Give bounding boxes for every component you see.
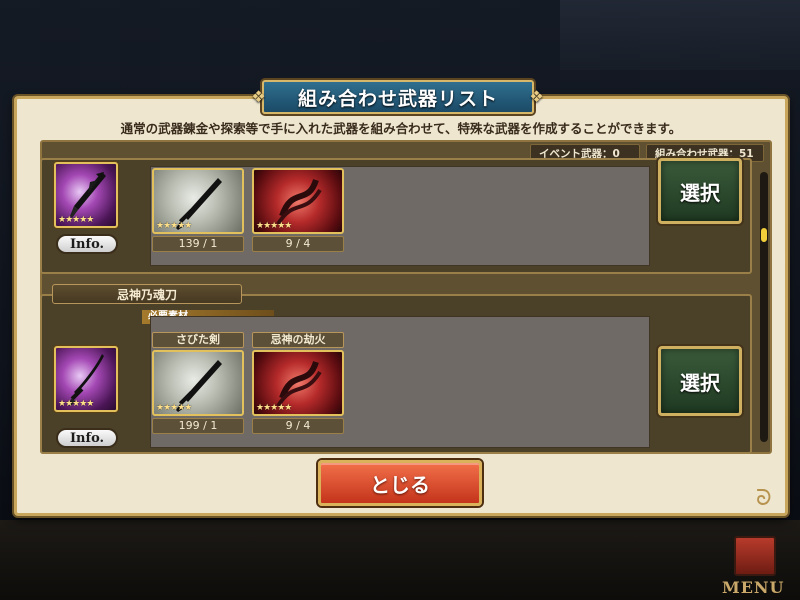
material-count: 139 / 1 <box>152 236 244 252</box>
swirl-ornament-icon: ᘐ <box>756 486 772 511</box>
scrollbar-thumb[interactable] <box>761 228 767 242</box>
dialog-title: 組み合わせ武器リスト <box>297 87 498 110</box>
rarity-stars: ★★★★★ <box>156 403 192 413</box>
scrollbar[interactable] <box>760 172 768 442</box>
material-card: 忌神の劫火 ★★★★★ 9 / 4 <box>252 332 344 434</box>
rarity-stars: ★★★★★ <box>58 399 94 409</box>
weapon-name: 忌神乃魂刀 <box>52 284 242 304</box>
background-architecture <box>560 0 800 70</box>
weapon-thumbnail[interactable]: ★★★★★ <box>54 162 118 228</box>
weapon-thumbnail[interactable]: ★★★★★ <box>54 346 118 412</box>
rarity-stars: ★★★★★ <box>256 403 292 413</box>
material-thumbnail[interactable]: ★★★★★ <box>152 350 244 416</box>
info-button[interactable]: Info. <box>56 428 118 448</box>
background-floor <box>0 520 800 600</box>
material-thumbnail[interactable]: ★★★★★ <box>252 168 344 234</box>
select-button[interactable]: 選択 <box>658 346 742 416</box>
material-name: さびた剣 <box>152 332 244 348</box>
ornament-icon: ❖ <box>529 87 545 106</box>
material-thumbnail[interactable]: ★★★★★ <box>252 350 344 416</box>
material-count: 9 / 4 <box>252 236 344 252</box>
rarity-stars: ★★★★★ <box>256 221 292 231</box>
material-count: 199 / 1 <box>152 418 244 434</box>
close-button[interactable]: とじる <box>318 460 482 506</box>
material-card: ★★★★★ 139 / 1 <box>152 150 244 252</box>
material-thumbnail[interactable]: ★★★★★ <box>152 168 244 234</box>
select-button[interactable]: 選択 <box>658 158 742 224</box>
material-name: 忌神の劫火 <box>252 332 344 348</box>
material-count: 9 / 4 <box>252 418 344 434</box>
book-icon <box>734 536 776 576</box>
menu-button[interactable]: MENU <box>712 528 800 600</box>
material-card: さびた剣 ★★★★★ 199 / 1 <box>152 332 244 434</box>
menu-label: MENU <box>722 578 785 597</box>
rarity-stars: ★★★★★ <box>58 215 94 225</box>
rarity-stars: ★★★★★ <box>156 221 192 231</box>
info-button[interactable]: Info. <box>56 234 118 254</box>
dialog-title-banner: ❖ 組み合わせ武器リスト ❖ <box>251 80 544 114</box>
ornament-icon: ❖ <box>251 87 267 106</box>
material-card: ★★★★★ 9 / 4 <box>252 150 344 252</box>
dialog-description: 通常の武器錬金や探索等で手に入れた武器を組み合わせて、特殊な武器を作成することが… <box>120 121 682 136</box>
